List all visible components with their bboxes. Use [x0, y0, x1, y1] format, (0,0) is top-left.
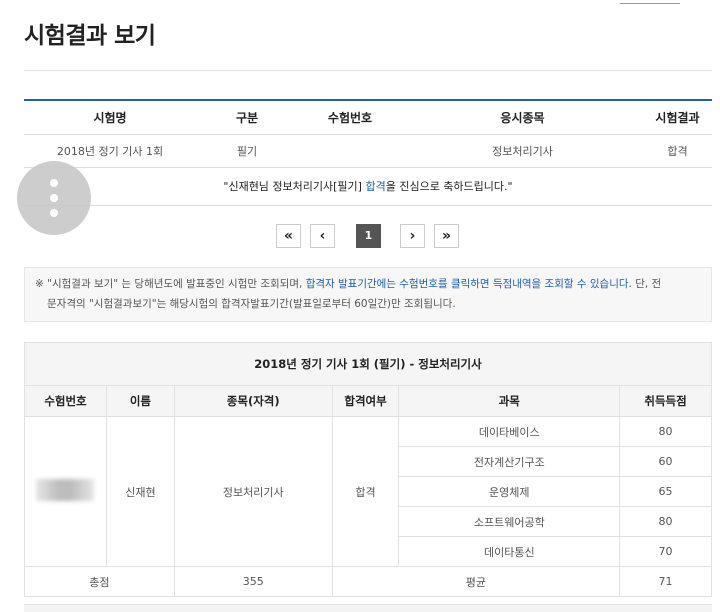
page-title: 시험결과 보기 — [24, 23, 156, 49]
subject-score: 80 — [619, 506, 712, 537]
congrats-pre: "신재현님 정보처리기사[필기] — [223, 180, 366, 193]
current-page-button[interactable]: 1 — [356, 224, 381, 248]
notice-line-1: ※ "시험결과 보기" 는 당해년도에 발표중인 시험만 조회되며, 합격자 발… — [35, 274, 701, 294]
exam-type: 필기 — [196, 134, 298, 168]
title-divider — [24, 70, 712, 71]
table-row: 신재현 정보처리기사 합격 데이타베이스 80 — [24, 416, 712, 567]
subject-name: 소프트웨어공학 — [398, 506, 621, 537]
congrats-pass: 합격 — [365, 180, 386, 193]
subject-score: 60 — [619, 446, 712, 477]
candidate-qualification: 정보처리기사 — [173, 416, 333, 567]
subject-score: 80 — [619, 416, 712, 447]
exam-field: 정보처리기사 — [402, 134, 643, 168]
header-exam: 시험명 — [24, 99, 196, 135]
subject-score: 65 — [619, 476, 712, 507]
notice-box: ※ "시험결과 보기" 는 당해년도에 발표중인 시험만 조회되며, 합격자 발… — [24, 267, 712, 322]
dot-icon — [50, 209, 58, 217]
congrats-message: "신재현님 정보처리기사[필기] 합격을 진심으로 축하드립니다." — [24, 167, 712, 206]
detail-caption: 2018년 정기 기사 1회 (필기) - 정보처리기사 — [24, 342, 712, 386]
subject-name: 데이타통신 — [398, 536, 621, 567]
detail-header-row: 수험번호 이름 종목(자격) 합격여부 과목 취득득점 — [24, 385, 712, 417]
header-number: 수험번호 — [24, 385, 107, 417]
next-page-button[interactable]: › — [400, 224, 425, 248]
first-page-button[interactable]: « — [276, 224, 301, 248]
subject-score: 70 — [619, 536, 712, 567]
header-type: 구분 — [196, 99, 298, 135]
floating-menu-button[interactable] — [17, 161, 91, 235]
total-label: 총점 — [24, 566, 175, 597]
dot-icon — [50, 194, 58, 202]
notice-highlight: 합격자 발표기간에는 수험번호를 클릭하면 득점내역을 조회할 수 있습니다. — [305, 278, 632, 290]
total-score: 355 — [173, 566, 333, 597]
header-score: 취득득점 — [619, 385, 712, 417]
header-subject: 과목 — [398, 385, 621, 417]
average-score: 71 — [619, 566, 712, 597]
header-result: 시험결과 — [643, 99, 712, 135]
table-row: 2018년 정기 기사 1회 필기 정보처리기사 합격 — [24, 134, 712, 168]
subject-name: 전자계산기구조 — [398, 446, 621, 477]
candidate-name: 신재현 — [105, 416, 175, 567]
exam-result: 합격 — [643, 134, 712, 168]
header-qualification: 종목(자격) — [173, 385, 333, 417]
total-row: 총점 355 평균 71 — [24, 566, 712, 597]
average-label: 평균 — [331, 566, 621, 597]
last-page-button[interactable]: » — [434, 224, 459, 248]
dot-icon — [50, 179, 58, 187]
prev-page-button[interactable]: ‹ — [310, 224, 335, 248]
subject-name: 데이타베이스 — [398, 416, 621, 447]
redacted-number — [36, 479, 95, 501]
notice-text: ※ "시험결과 보기" 는 당해년도에 발표중인 시험만 조회되며, — [35, 278, 306, 290]
subject-name: 운영체제 — [398, 476, 621, 507]
exam-number[interactable] — [298, 134, 402, 168]
notice-line-2: 문자격의 "시험결과보기"는 해당시험의 합격자발표기간(발표일로부터 60일간… — [47, 298, 456, 310]
results-header-row: 시험명 구분 수험번호 응시종목 시험결과 — [24, 99, 712, 135]
header-number: 수험번호 — [298, 99, 402, 135]
congrats-post: 을 진심으로 축하드립니다." — [385, 180, 513, 193]
bottom-section-edge — [24, 604, 712, 612]
top-nav-remnant — [620, 0, 680, 4]
results-table: 시험명 구분 수험번호 응시종목 시험결과 2018년 정기 기사 1회 필기 … — [24, 99, 712, 206]
header-name: 이름 — [105, 385, 175, 417]
candidate-pass: 합격 — [331, 416, 400, 567]
score-detail-table: 2018년 정기 기사 1회 (필기) - 정보처리기사 수험번호 이름 종목(… — [24, 342, 712, 597]
congrats-row: "신재현님 정보처리기사[필기] 합격을 진심으로 축하드립니다." — [24, 167, 712, 206]
header-pass: 합격여부 — [331, 385, 400, 417]
header-field: 응시종목 — [402, 99, 643, 135]
candidate-number — [24, 416, 107, 567]
notice-text-tail: 단, 전 — [631, 278, 662, 290]
